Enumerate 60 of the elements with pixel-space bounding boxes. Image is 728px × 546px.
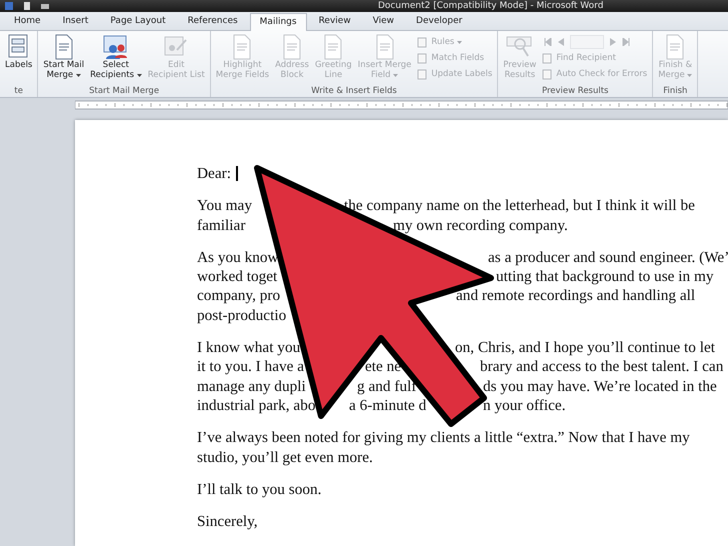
next-record-icon[interactable] (610, 38, 616, 46)
document-text: manage any dupli (197, 376, 306, 396)
document-text: company, pro (197, 286, 280, 306)
document-text: and remote recordings and handling all (456, 286, 696, 306)
document-text: industrial park, abo (197, 396, 316, 416)
document-text: a 6-minute d (349, 396, 426, 416)
ribbon-tab[interactable]: References (178, 12, 248, 30)
document-text: post-productio (197, 306, 286, 326)
document-text: worked toget (197, 267, 278, 286)
document-text: ete ne (365, 357, 402, 377)
document-icon (281, 34, 304, 60)
small-document-icon (417, 52, 428, 64)
document-text: it to you. I have a (197, 357, 304, 377)
group-label: Preview Results (541, 85, 610, 97)
ribbon-tab[interactable]: Developer (406, 12, 472, 30)
ribbon-button[interactable]: Labels (3, 34, 34, 70)
group-label: Finish (662, 85, 688, 97)
document-text: Dear: (197, 164, 231, 184)
small-document-icon (542, 68, 554, 80)
group-label: Start Mail Merge (88, 85, 160, 97)
document-text: studio, you’ll get even more. (197, 448, 373, 467)
document-text: Sincerely, (197, 512, 258, 532)
last-record-icon[interactable] (622, 38, 630, 46)
small-document-icon (542, 52, 554, 64)
document-icon (374, 34, 396, 60)
document-icon (52, 34, 75, 60)
document-text: n your office. (483, 396, 566, 416)
group-label: te (13, 85, 24, 97)
new-document-icon[interactable] (22, 1, 32, 11)
ribbon-tab[interactable]: Home (4, 12, 51, 30)
ribbon-button[interactable]: Select Recipients (88, 34, 144, 80)
document-text: on, Chris, and I hope you’ll continue to let (455, 338, 716, 358)
window-title: Document2 [Compatibility Mode] - Microsoft Word (378, 0, 604, 12)
document-text: brary and access to the best talent. I can (480, 357, 724, 377)
ribbon-tab[interactable]: View (362, 12, 404, 30)
document-icon (231, 34, 254, 60)
document-icon (664, 34, 686, 60)
document-text: I’ll talk to you soon. (197, 480, 322, 500)
first-record-icon[interactable] (544, 38, 552, 46)
document-text: As you know (197, 248, 279, 268)
document-text: my own recording company. (393, 216, 568, 235)
ribbon-button[interactable]: Start Mail Merge (41, 34, 86, 80)
document-text: I’ve always been noted for giving my clients a little “extra.” Now that I have my (197, 428, 690, 448)
record-number-field[interactable] (570, 35, 604, 49)
small-document-icon (417, 68, 428, 80)
document-text: You may (197, 196, 252, 216)
group-label: Write & Insert Fields (310, 85, 398, 97)
document-text: ds you may have. We’re located in the (483, 376, 717, 396)
document-text: I know what you (197, 338, 300, 358)
document-text: familiar (197, 216, 246, 235)
ribbon-tab[interactable]: Review (308, 12, 361, 30)
document-text: as a producer and sound engineer. (We’ (488, 248, 728, 268)
document-icon (322, 34, 344, 60)
ribbon-tab[interactable]: Insert (52, 12, 98, 30)
document-text: utting that background to use in my (496, 267, 714, 286)
ribbon-tab[interactable]: Mailings (250, 13, 307, 31)
small-document-icon (417, 36, 428, 48)
people-icon (102, 34, 129, 60)
ribbon-tab[interactable]: Page Layout (100, 12, 176, 30)
previous-record-icon[interactable] (558, 38, 564, 46)
